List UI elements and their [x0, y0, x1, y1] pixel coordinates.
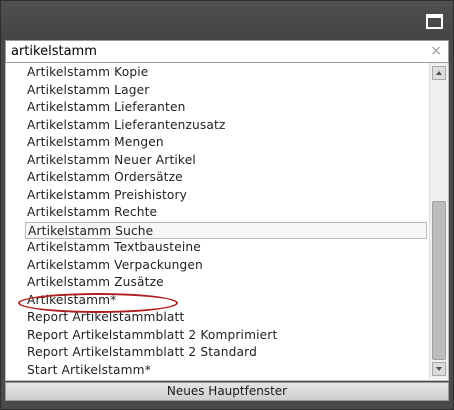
title-bar — [1, 1, 453, 39]
clear-icon[interactable]: × — [430, 43, 442, 60]
search-box: × — [5, 40, 449, 63]
launcher-window: × Artikelstamm Kopie Artikelstamm Lager … — [0, 0, 454, 410]
search-input[interactable] — [6, 41, 431, 62]
list-item-hovered[interactable]: Artikelstamm Suche — [25, 221, 427, 239]
list-item[interactable]: Report Artikelstammblatt — [27, 309, 184, 326]
list-item-highlighted[interactable]: Artikelstamm* — [27, 292, 116, 309]
list-item[interactable]: Artikelstamm Preishistory — [27, 187, 187, 204]
list-item[interactable]: Artikelstamm Lager — [27, 82, 149, 99]
results-list-container: Artikelstamm Kopie Artikelstamm Lager Ar… — [5, 63, 449, 381]
new-main-window-button[interactable]: Neues Hauptfenster — [5, 382, 449, 401]
list-item[interactable]: Artikelstamm Kopie — [27, 64, 148, 81]
list-item[interactable]: Report Artikelstammblatt 2 Komprimiert — [27, 327, 277, 344]
scroll-up-arrow-icon[interactable] — [432, 66, 446, 80]
scrollbar-thumb[interactable] — [432, 201, 446, 360]
list-item[interactable]: Artikelstamm Ordersätze — [27, 169, 183, 186]
list-item[interactable]: Start Artikelstamm* — [27, 362, 151, 379]
list-item[interactable]: Artikelstamm Mengen — [27, 134, 164, 151]
maximize-icon[interactable] — [426, 14, 443, 29]
list-item[interactable]: Artikelstamm Textbausteine — [27, 239, 201, 256]
list-item[interactable]: Report Artikelstammblatt 2 Standard — [27, 344, 257, 361]
list-item[interactable]: Artikelstamm Verpackungen — [27, 257, 203, 274]
list-item[interactable]: Artikelstamm Neuer Artikel — [27, 152, 196, 169]
list-item[interactable]: Artikelstamm Lieferantenzusatz — [27, 117, 226, 134]
list-item[interactable]: Artikelstamm Zusätze — [27, 274, 164, 291]
scroll-down-arrow-icon[interactable] — [432, 362, 446, 376]
vertical-scrollbar[interactable] — [429, 63, 448, 379]
results-list: Artikelstamm Kopie Artikelstamm Lager Ar… — [6, 63, 430, 379]
list-item[interactable]: Artikelstamm Lieferanten — [27, 99, 186, 116]
list-item[interactable]: Artikelstamm Rechte — [27, 204, 157, 221]
